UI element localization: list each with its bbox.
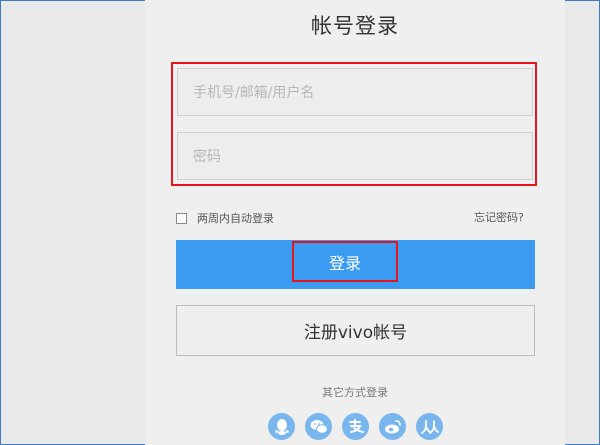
social-login-row: [268, 413, 443, 440]
input-highlight-box: [171, 62, 537, 186]
register-button-label: 注册vivo帐号: [303, 323, 408, 343]
renren-icon[interactable]: [416, 413, 443, 440]
weibo-icon[interactable]: [379, 413, 406, 440]
other-login-heading: 其它方式登录: [322, 386, 388, 399]
login-panel: 帐号登录 手机号/邮箱/用户名 密码 两周内自动登录 忘记密码? 登录 注册vi…: [145, 0, 565, 445]
wechat-icon[interactable]: [305, 413, 332, 440]
register-button[interactable]: 注册vivo帐号: [176, 305, 535, 356]
qq-icon[interactable]: [268, 413, 295, 440]
remember-me[interactable]: 两周内自动登录: [176, 210, 274, 226]
login-button-label[interactable]: 登录: [294, 243, 396, 280]
remember-label: 两周内自动登录: [197, 212, 274, 225]
alipay-icon[interactable]: [342, 413, 369, 440]
remember-checkbox[interactable]: [176, 212, 187, 224]
page-title: 帐号登录: [311, 14, 399, 38]
forgot-password-link[interactable]: 忘记密码?: [474, 209, 524, 225]
